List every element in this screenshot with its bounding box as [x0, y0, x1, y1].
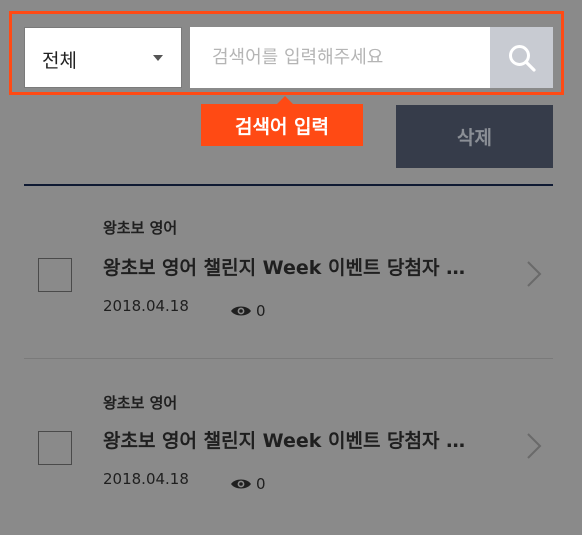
- search-icon: [508, 44, 536, 72]
- item-view-count: 0: [256, 475, 266, 493]
- item-checkbox[interactable]: [38, 258, 72, 292]
- delete-button[interactable]: 삭제: [396, 105, 553, 168]
- list-item[interactable]: 왕초보 영어 왕초보 영어 챌린지 Week 이벤트 당첨자 … 2018.04…: [0, 200, 582, 360]
- list-top-divider: [24, 184, 553, 186]
- list-divider: [24, 358, 553, 359]
- search-button[interactable]: [490, 27, 553, 88]
- tooltip-arrow: [277, 96, 293, 104]
- search-tooltip: 검색어 입력: [201, 104, 363, 146]
- chevron-right-icon[interactable]: [526, 260, 542, 288]
- chevron-right-icon[interactable]: [526, 432, 542, 460]
- chevron-down-icon: [153, 55, 163, 61]
- search-input[interactable]: [190, 27, 490, 88]
- item-date: 2018.04.18: [103, 470, 189, 488]
- item-title: 왕초보 영어 챌린지 Week 이벤트 당첨자 …: [103, 430, 466, 452]
- item-view-count: 0: [256, 302, 266, 320]
- category-dropdown[interactable]: 전체: [24, 27, 182, 88]
- item-category: 왕초보 영어: [103, 219, 178, 237]
- list-item[interactable]: 왕초보 영어 왕초보 영어 챌린지 Week 이벤트 당첨자 … 2018.04…: [0, 375, 582, 535]
- category-dropdown-label: 전체: [42, 50, 77, 72]
- item-category: 왕초보 영어: [103, 394, 178, 412]
- eye-icon: [231, 306, 251, 316]
- item-title: 왕초보 영어 챌린지 Week 이벤트 당첨자 …: [103, 257, 466, 279]
- item-date: 2018.04.18: [103, 297, 189, 315]
- eye-icon: [231, 479, 251, 489]
- item-checkbox[interactable]: [38, 431, 72, 465]
